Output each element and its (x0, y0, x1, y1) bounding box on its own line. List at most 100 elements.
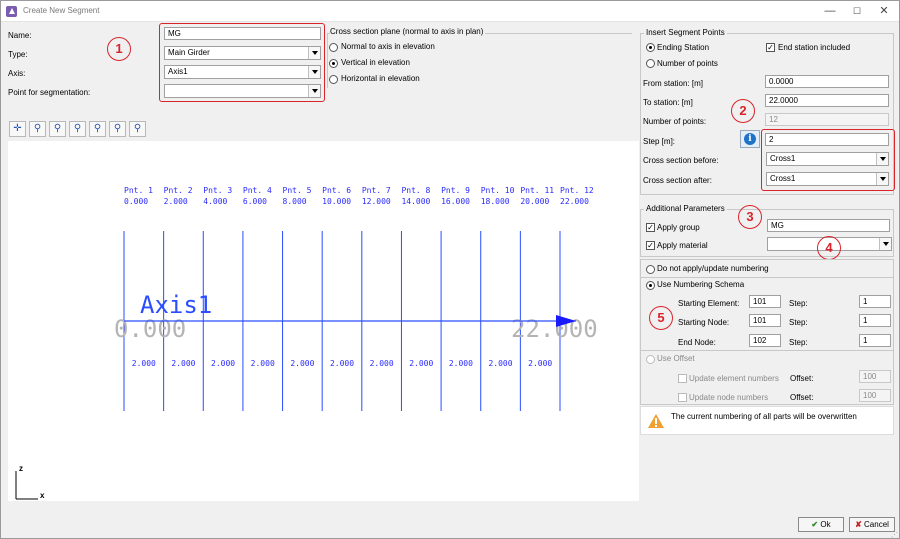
to-station-input[interactable]: 22.0000 (765, 94, 889, 107)
update-elements-checkbox[interactable] (678, 374, 687, 383)
zoom-in-icon[interactable]: ⚲ (49, 121, 66, 137)
from-station-label: From station: [m] (643, 79, 704, 88)
additional-title: Additional Parameters (644, 204, 727, 214)
warning-text: The current numbering of all parts will … (671, 412, 857, 421)
offset2-input[interactable]: 100 (859, 389, 891, 402)
radio-ending-station[interactable] (646, 43, 655, 52)
resize-grip-icon[interactable]: ⋰ (891, 531, 898, 539)
annotation-circle-2: 2 (731, 99, 755, 123)
radio-no-numbering[interactable] (646, 265, 655, 274)
point-name-label: Pnt. 7 (362, 186, 391, 195)
highlight-box-1 (159, 23, 325, 102)
apply-material-checkbox[interactable]: ✓ (646, 241, 655, 250)
point-station-label: 8.000 (283, 197, 307, 206)
segment-length-label: 2.000 (171, 359, 195, 368)
use-schema-label: Use Numbering Schema (657, 280, 745, 289)
point-name-label: Pnt. 12 (560, 186, 594, 195)
segment-length-label: 2.000 (370, 359, 394, 368)
type-label: Type: (8, 50, 28, 59)
point-name-label: Pnt. 11 (520, 186, 554, 195)
point-station-label: 6.000 (243, 197, 267, 206)
radio-normal-label: Normal to axis in elevation (341, 42, 435, 51)
cancel-icon: ✘ (855, 520, 862, 529)
segment-length-label: 2.000 (132, 359, 156, 368)
axis-start-station: 0.000 (114, 315, 186, 343)
segment-length-label: 2.000 (211, 359, 235, 368)
point-station-label: 20.000 (520, 197, 549, 206)
segment-length-label: 2.000 (528, 359, 552, 368)
point-name-label: Pnt. 1 (124, 186, 153, 195)
zoom-next-icon[interactable]: ⚲ (129, 121, 146, 137)
create-segment-dialog: Create New Segment — ☐ ✕ Name: MG Type: … (0, 0, 900, 539)
step1-input[interactable]: 1 (859, 295, 891, 308)
point-name-label: Pnt. 10 (481, 186, 515, 195)
close-button[interactable]: ✕ (877, 4, 891, 18)
step2-input[interactable]: 1 (859, 314, 891, 327)
point-name-label: Pnt. 4 (243, 186, 272, 195)
zoom-previous-icon[interactable]: ⚲ (109, 121, 126, 137)
insert-points-title: Insert Segment Points (644, 28, 727, 38)
annotation-circle-3: 3 (738, 205, 762, 229)
ok-button[interactable]: ✔ Ok (798, 517, 844, 532)
info-button[interactable]: i (740, 130, 760, 148)
zoom-window-icon[interactable]: ⚲ (89, 121, 106, 137)
point-name-label: Pnt. 6 (322, 186, 351, 195)
radio-use-schema[interactable] (646, 281, 655, 290)
axis-end-station: 22.000 (511, 315, 598, 343)
segment-length-label: 2.000 (330, 359, 354, 368)
point-name-label: Pnt. 9 (441, 186, 470, 195)
start-element-label: Starting Element: (678, 299, 740, 308)
apply-group-checkbox[interactable]: ✓ (646, 223, 655, 232)
highlight-box-2 (761, 129, 895, 191)
maximize-button[interactable]: ☐ (850, 4, 864, 18)
title-bar: Create New Segment — ☐ ✕ (1, 1, 899, 22)
chevron-down-icon[interactable] (879, 238, 891, 250)
end-node-input[interactable]: 102 (749, 334, 781, 347)
coord-z-label: z (19, 464, 23, 473)
radio-number-of-points[interactable] (646, 59, 655, 68)
window-title: Create New Segment (23, 6, 100, 15)
start-element-input[interactable]: 101 (749, 295, 781, 308)
radio-vertical[interactable] (329, 59, 338, 68)
point-name-label: Pnt. 3 (203, 186, 232, 195)
step3-input[interactable]: 1 (859, 334, 891, 347)
pan-tool-icon[interactable]: ✛ (9, 121, 26, 137)
step3-label: Step: (789, 338, 808, 347)
cs-after-label: Cross section after: (643, 176, 712, 185)
from-station-input[interactable]: 0.0000 (765, 75, 889, 88)
check-icon: ✔ (811, 520, 819, 529)
to-station-label: To station: [m] (643, 98, 693, 107)
point-station-label: 4.000 (203, 197, 227, 206)
point-station-label: 18.000 (481, 197, 510, 206)
start-node-label: Starting Node: (678, 318, 730, 327)
segment-length-label: 2.000 (488, 359, 512, 368)
point-label: Point for segmentation: (8, 88, 91, 97)
cancel-button[interactable]: ✘ Cancel (849, 517, 895, 532)
point-station-label: 14.000 (401, 197, 430, 206)
radio-normal[interactable] (329, 43, 338, 52)
radio-use-offset[interactable] (646, 355, 655, 364)
segment-length-label: 2.000 (251, 359, 275, 368)
minimize-button[interactable]: — (823, 4, 837, 18)
group-input[interactable]: MG (767, 219, 890, 232)
zoom-all-icon[interactable]: ⚲ (29, 121, 46, 137)
num-points-label: Number of points: (643, 117, 707, 126)
ok-label: Ok (820, 520, 831, 529)
step1-label: Step: (789, 299, 808, 308)
end-station-included-label: End station included (778, 43, 851, 52)
radio-horizontal[interactable] (329, 75, 338, 84)
app-icon (6, 6, 17, 17)
offset2-label: Offset: (790, 393, 814, 402)
segment-preview-canvas[interactable]: Pnt. 1 0.000 Pnt. 2 2.000 Pnt. 3 4.000 Pnt. 4 6… (8, 141, 639, 501)
point-station-label: 16.000 (441, 197, 470, 206)
point-name-label: Pnt. 5 (283, 186, 312, 195)
end-station-included-checkbox[interactable]: ✓ (766, 43, 775, 52)
cancel-label: Cancel (864, 520, 889, 529)
offset1-input[interactable]: 100 (859, 370, 891, 383)
start-node-input[interactable]: 101 (749, 314, 781, 327)
update-elements-label: Update element numbers (689, 374, 779, 383)
num-points-input[interactable]: 12 (765, 113, 889, 126)
update-nodes-checkbox[interactable] (678, 393, 687, 402)
offset1-label: Offset: (790, 374, 814, 383)
zoom-out-icon[interactable]: ⚲ (69, 121, 86, 137)
